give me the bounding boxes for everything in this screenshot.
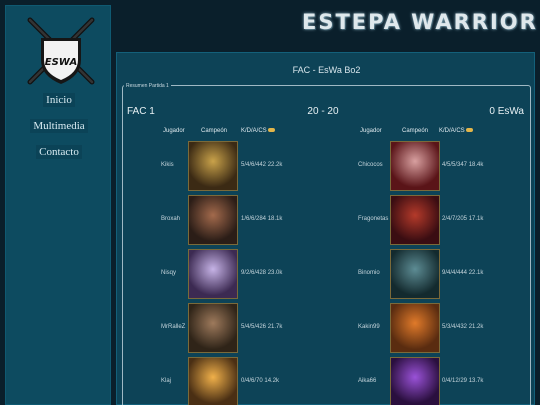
header-player-left: Jugador: [163, 128, 185, 134]
svg-text:ESWA: ESWA: [45, 57, 77, 68]
match-title: FAC - EsWa Bo2: [292, 65, 361, 75]
champion-portrait-left[interactable]: [188, 249, 238, 299]
player-name-right: Aika66: [358, 378, 377, 384]
player-name-right: Kakin99: [358, 324, 380, 330]
champion-portrait-left[interactable]: [188, 303, 238, 353]
score: 20 - 20: [307, 106, 339, 117]
player-stats-left: 5/4/5/426 21.7k: [241, 324, 283, 330]
player-stats-right: 4/5/5/347 18.4k: [442, 162, 484, 168]
champion-portrait-right[interactable]: [390, 249, 440, 299]
header-champion-right: Campeón: [402, 128, 429, 134]
player-stats-right: 5/3/4/432 21.2k: [442, 324, 484, 330]
player-stats-right: 2/4/7/205 17.1k: [442, 216, 484, 222]
gold-icon: [268, 128, 276, 133]
nav-inicio[interactable]: Inicio: [6, 93, 112, 107]
champion-portrait-left[interactable]: [188, 357, 238, 405]
player-stats-left: 0/4/6/70 14.2k: [241, 378, 280, 384]
team-logo: ESWA: [27, 17, 95, 85]
header-champion-left: Campeón: [201, 128, 228, 134]
champion-portrait-left[interactable]: [188, 195, 238, 245]
player-name-left: Kikis: [161, 162, 174, 168]
player-stats-left: 9/2/6/428 23.0k: [241, 270, 283, 276]
player-name-right: Fragonetas: [358, 216, 389, 222]
player-stats-right: 0/4/12/29 13.7k: [442, 378, 484, 384]
nav-multimedia[interactable]: Multimedia: [6, 119, 112, 133]
summary-legend: Resumen Partida 1: [124, 83, 171, 89]
gold-icon: [466, 128, 474, 133]
player-name-right: Binomio: [358, 270, 380, 276]
player-name-left: Nisqy: [161, 270, 177, 276]
site-title: ESTEPA WARRIOR: [302, 10, 538, 34]
player-name-left: MrRalleZ: [161, 324, 186, 330]
player-stats-right: 9/4/4/444 22.1k: [442, 270, 484, 276]
header-kda-left: K/D/A/CS: [241, 128, 276, 134]
player-name-left: Klaj: [161, 378, 172, 384]
champion-portrait-left[interactable]: [188, 141, 238, 191]
champion-portrait-right[interactable]: [390, 141, 440, 191]
team-left-name: FAC 1: [127, 106, 155, 117]
player-name-right: Chicocos: [358, 162, 383, 168]
player-name-left: Broxah: [161, 216, 181, 222]
header-kda-right: K/D/A/CS: [439, 128, 474, 134]
sidebar: ESWA Inicio Multimedia Contacto: [5, 5, 111, 405]
main-panel: FAC - EsWa Bo2 Resumen Partida 1 FAC 1 2…: [116, 52, 535, 405]
header-player-right: Jugador: [360, 128, 382, 134]
champion-portrait-right[interactable]: [390, 357, 440, 405]
team-right-name: 0 EsWa: [489, 106, 524, 117]
champion-portrait-right[interactable]: [390, 195, 440, 245]
player-stats-left: 5/4/6/442 22.2k: [241, 162, 283, 168]
player-stats-left: 1/6/6/284 18.1k: [241, 216, 283, 222]
champion-portrait-right[interactable]: [390, 303, 440, 353]
nav-contacto[interactable]: Contacto: [6, 145, 112, 159]
